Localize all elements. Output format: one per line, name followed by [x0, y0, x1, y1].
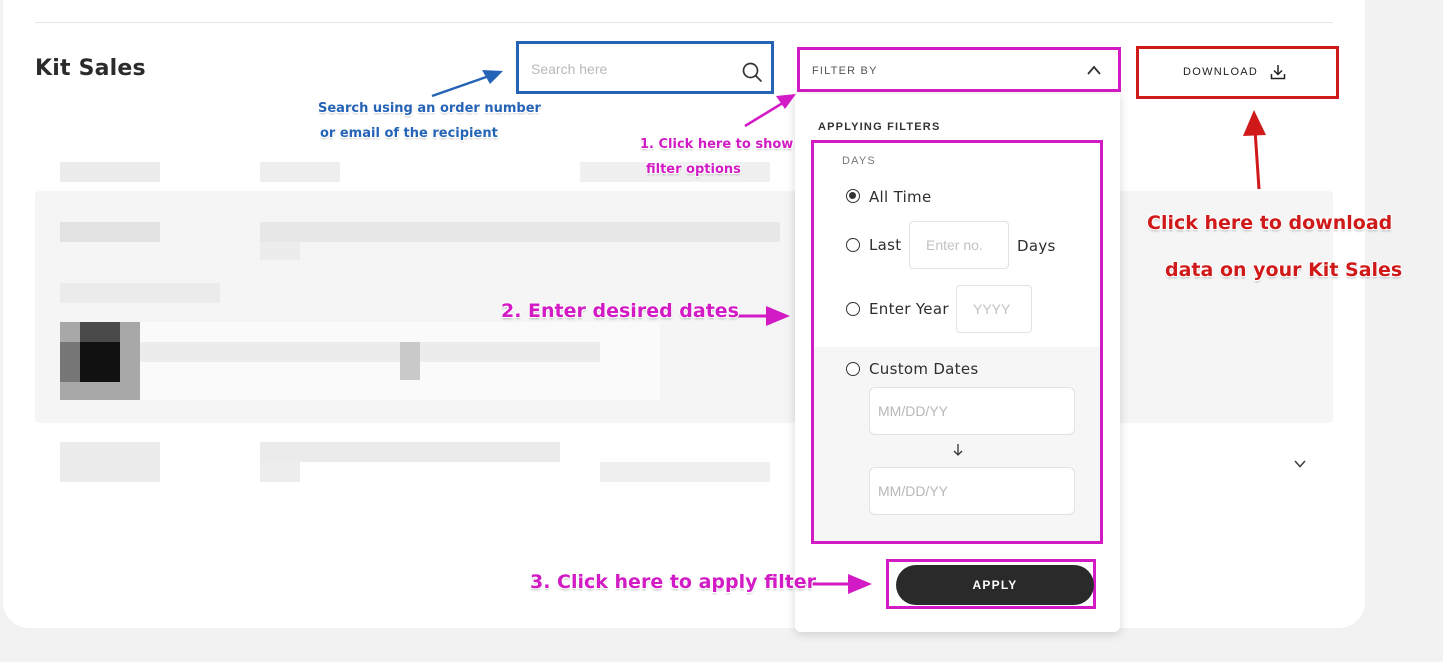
blue-arrow-line	[431, 73, 493, 98]
step2-hint: 2. Enter desired dates	[501, 300, 739, 322]
download-hint-line2: data on your Kit Sales	[1165, 259, 1403, 281]
magenta-arrow-2-head	[766, 306, 790, 326]
download-hint-line1: Click here to download	[1147, 212, 1393, 234]
step1-hint-line1: 1. Click here to show	[640, 137, 794, 152]
step3-hint: 3. Click here to apply filter	[530, 571, 817, 593]
red-arrow-head	[1243, 110, 1266, 136]
red-arrow-line	[1253, 129, 1261, 190]
annotation-arrows	[431, 70, 1266, 594]
magenta-arrow-1-line	[744, 99, 787, 128]
magenta-arrow-1-head	[776, 94, 796, 109]
search-hint-line2: or email of the recipient	[320, 126, 498, 141]
step1-hint-line2: filter options	[646, 162, 741, 177]
search-hint-line1: Search using an order number	[318, 101, 541, 116]
magenta-arrow-3-head	[848, 574, 872, 594]
